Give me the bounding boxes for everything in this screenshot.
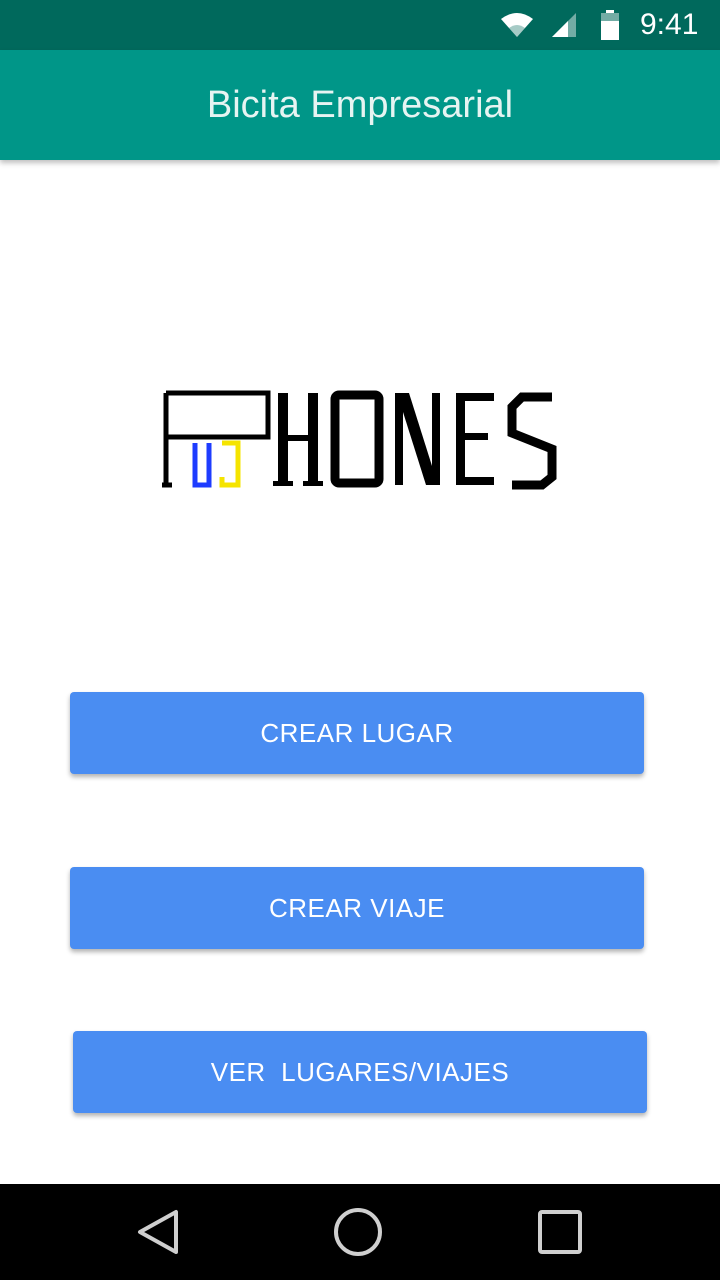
logo-n-letter bbox=[395, 393, 440, 485]
navigation-bar bbox=[0, 1184, 720, 1280]
app-bar: Bicita Empresarial bbox=[0, 50, 720, 160]
crear-lugar-button[interactable]: CREAR LUGAR bbox=[70, 692, 644, 774]
status-clock: 9:41 bbox=[640, 8, 699, 41]
back-icon[interactable] bbox=[128, 1202, 188, 1262]
logo-o-letter bbox=[330, 390, 384, 488]
puj-phones-logo bbox=[162, 390, 557, 490]
home-icon[interactable] bbox=[328, 1202, 388, 1262]
logo-u-letter bbox=[192, 443, 212, 488]
crear-viaje-button[interactable]: CREAR VIAJE bbox=[70, 867, 644, 949]
logo-e-letter bbox=[456, 393, 494, 485]
battery-icon bbox=[601, 10, 619, 40]
status-bar: 9:41 bbox=[0, 0, 720, 50]
logo-j-letter bbox=[219, 440, 241, 488]
ver-lugares-viajes-button[interactable]: VER LUGARES/VIAJES bbox=[73, 1031, 647, 1113]
app-title: Bicita Empresarial bbox=[206, 84, 514, 126]
signal-icon bbox=[552, 13, 576, 37]
logo-p-letter bbox=[162, 390, 271, 488]
logo-h-letter bbox=[273, 393, 323, 486]
wifi-icon bbox=[501, 13, 533, 37]
logo-s-letter bbox=[507, 392, 557, 490]
recents-icon[interactable] bbox=[530, 1202, 590, 1262]
